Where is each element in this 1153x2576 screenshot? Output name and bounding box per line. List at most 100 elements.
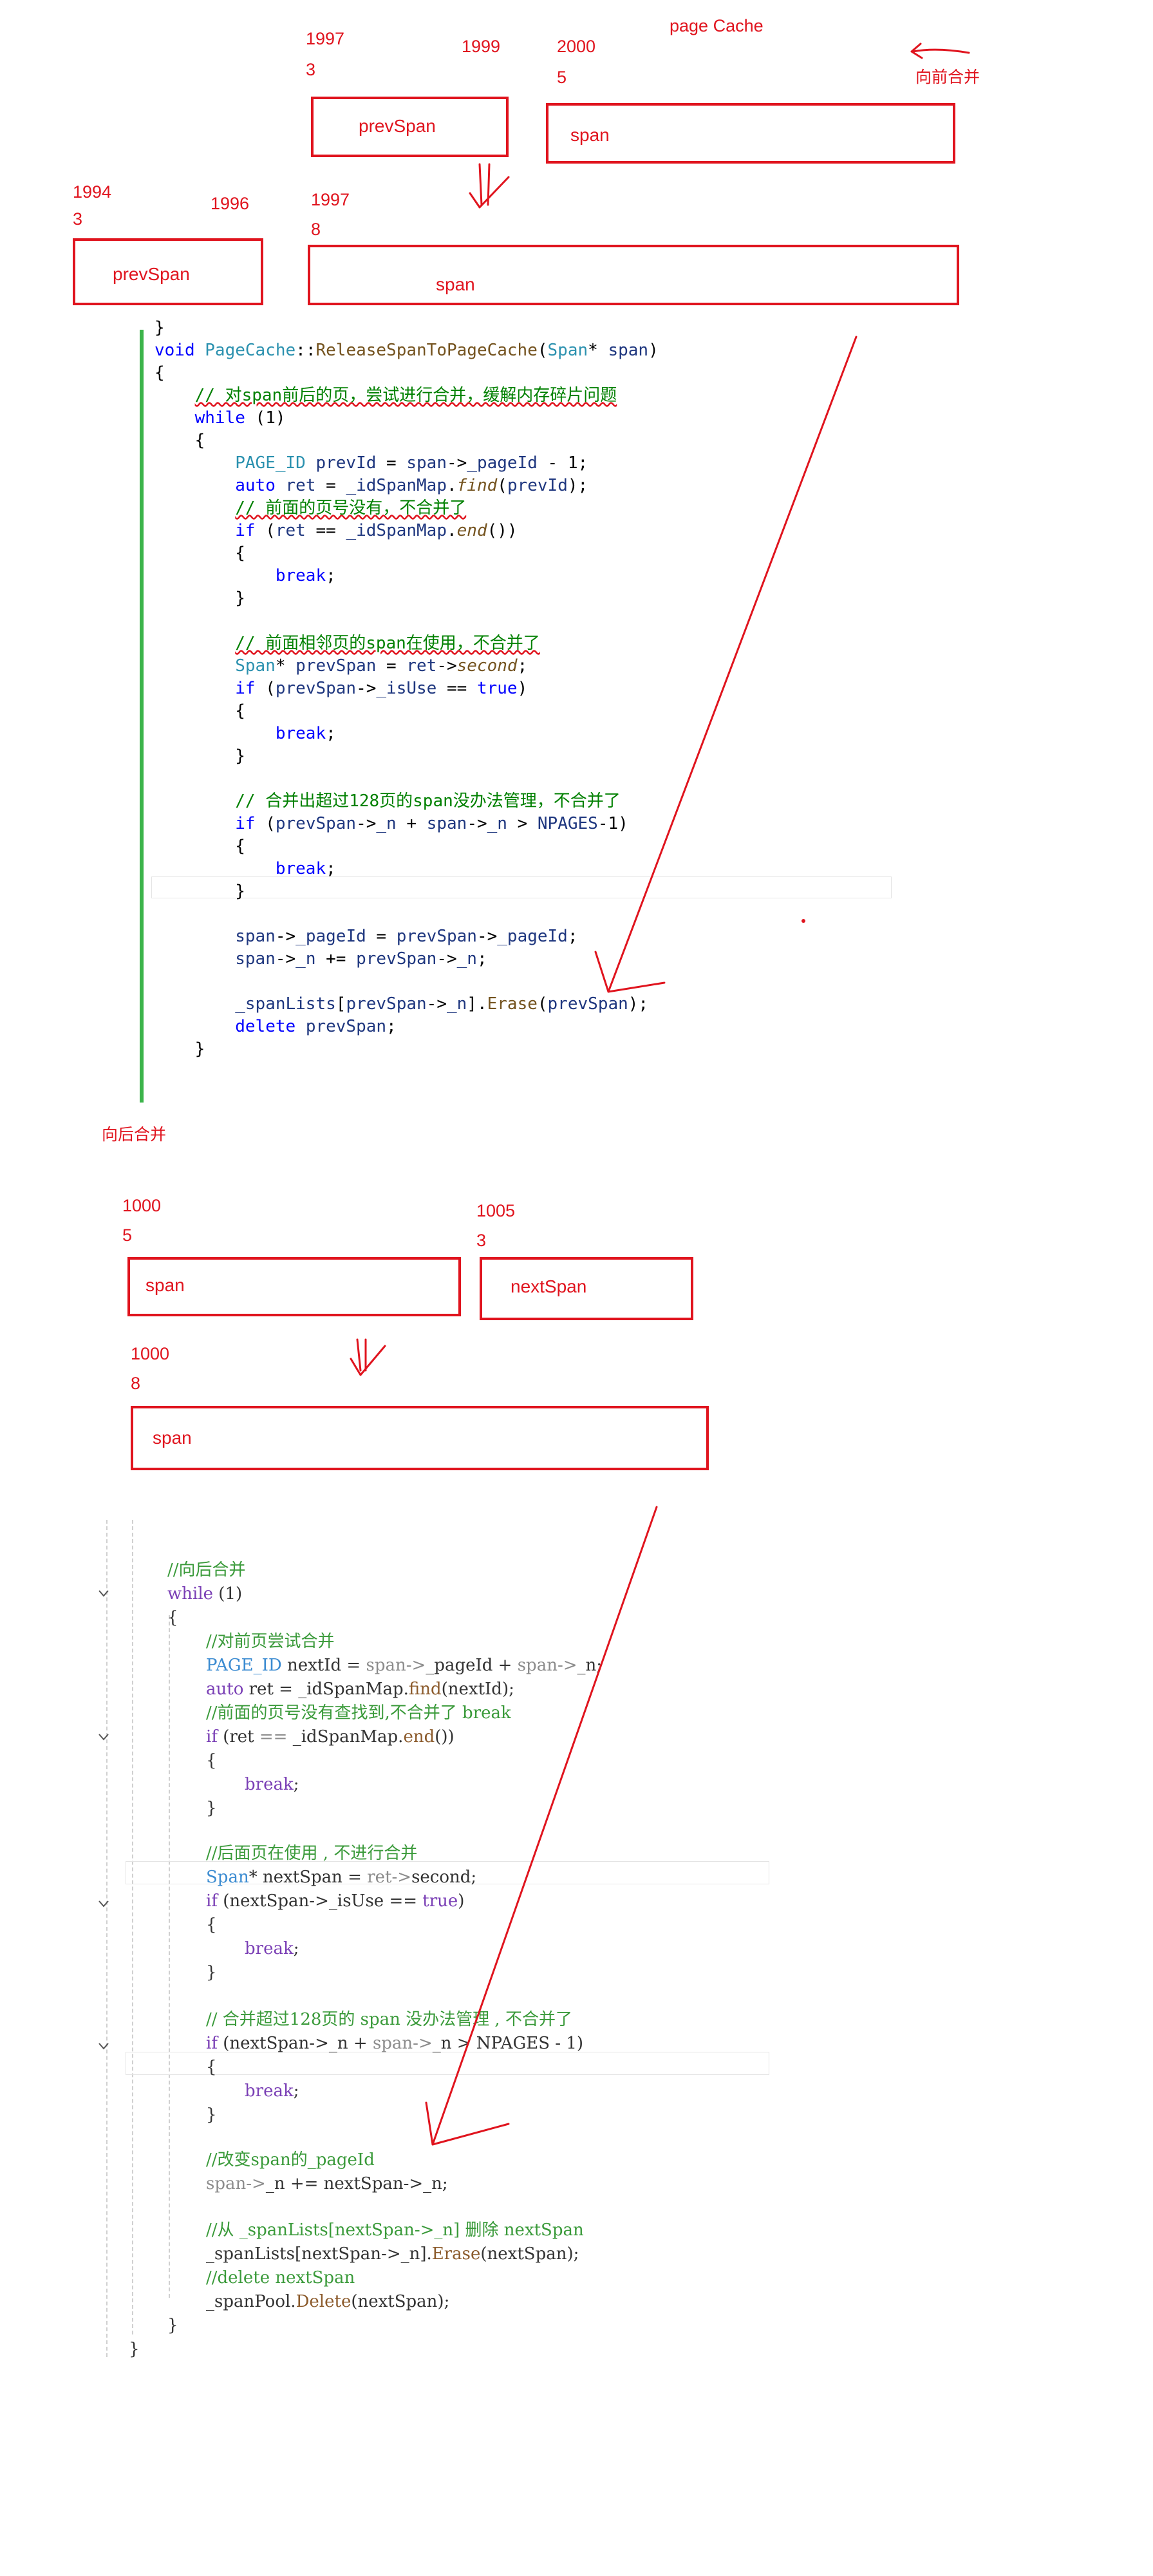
code-line: if (prevSpan->_n + span->_n > NPAGES-1)	[235, 814, 628, 833]
code-line: break;	[245, 1775, 299, 1794]
code-block-backward-merge: //向后合并 while (1) { //对前页尝试合并 PAGE_ID nex…	[97, 1520, 769, 2370]
code-line: _spanLists[nextSpan->_n].Erase(nextSpan)…	[206, 2244, 579, 2264]
label-page-cache: page Cache	[670, 16, 764, 35]
indent-guide	[106, 1520, 108, 2357]
span-box-backward-label: span	[145, 1275, 185, 1295]
page-number-10053-b: 3	[476, 1231, 487, 1250]
code-line: if (ret == _idSpanMap.end())	[235, 521, 518, 540]
code-line: break;	[245, 2081, 299, 2101]
code-line: while (1)	[194, 408, 286, 428]
code-line: }	[155, 318, 165, 337]
code-line: }	[155, 746, 245, 766]
page-number-10008-b: 8	[131, 1374, 141, 1393]
code-line: _spanLists[prevSpan->_n].Erase(prevSpan)…	[235, 994, 649, 1014]
span-box-merged-2: span	[131, 1406, 709, 1470]
code-line: //delete nextSpan	[206, 2268, 355, 2287]
page-number-10005-b: 5	[122, 1226, 133, 1245]
label-merge-backward: 向后合并	[102, 1126, 167, 1144]
code-line: span->_n += nextSpan->_n;	[206, 2174, 448, 2193]
code-line: }	[155, 589, 245, 608]
code-line: }	[155, 882, 245, 901]
page-number-10005-a: 1000	[122, 1196, 162, 1215]
page-number-19943-b: 3	[73, 209, 83, 229]
code-line: Span* prevSpan = ret->second;	[235, 656, 528, 676]
fold-chevron-icon[interactable]	[97, 1730, 111, 1744]
page-number-19943-a: 1994	[73, 182, 112, 202]
page-number-20005-a: 2000	[557, 37, 596, 56]
prevspan-box-mid-label: prevSpan	[113, 264, 190, 284]
code-line: break;	[275, 724, 336, 743]
page-number-1999: 1999	[462, 37, 501, 56]
page-number-19973-a: 1997	[306, 29, 345, 48]
span-box-merged-1: span	[308, 245, 959, 305]
span-box-top: span	[546, 103, 955, 164]
code-line: //后面页在使用 , 不进行合并	[206, 1844, 418, 1863]
nextspan-box-label: nextSpan	[511, 1276, 587, 1296]
code-line: span->_pageId = prevSpan->_pageId;	[235, 927, 578, 946]
code-line: if (ret == _idSpanMap.end())	[206, 1727, 455, 1747]
code-line: break;	[275, 859, 336, 878]
code-line: Span* nextSpan = ret->second;	[206, 1868, 477, 1887]
code-line: {	[155, 701, 245, 721]
arrow-left-icon	[912, 48, 970, 54]
code-line: {	[155, 431, 205, 450]
code-line: // 前面的页号没有，不合并了	[235, 498, 467, 518]
code-line: //从 _spanLists[nextSpan->_n] 删除 nextSpan	[206, 2221, 584, 2240]
code-line: }	[129, 2340, 140, 2359]
code-line: //向后合并	[167, 1560, 246, 1580]
page-number-1996: 1996	[211, 194, 250, 213]
code-line: //对前页尝试合并	[206, 1632, 335, 1651]
code-line: {	[155, 544, 245, 563]
code-line: }	[167, 2316, 178, 2335]
code-line: {	[167, 1608, 178, 1627]
change-marker-bar	[140, 330, 144, 1103]
code-line: PAGE_ID nextId = span->_pageId + span->_…	[206, 1656, 603, 1675]
prevspan-box-mid: prevSpan	[73, 238, 263, 305]
code-line: // 合并超过128页的 span 没办法管理 , 不合并了	[206, 2010, 572, 2029]
arrow-down-icon	[356, 1338, 362, 1372]
code-line: {	[206, 1751, 217, 1770]
code-line: _spanPool.Delete(nextSpan);	[206, 2292, 450, 2311]
code-line: //前面的页号没有查找到,不合并了 break	[206, 1703, 511, 1723]
page-number-10053-a: 1005	[476, 1201, 516, 1220]
code-line: // 合并出超过128页的span没办法管理，不合并了	[235, 791, 621, 811]
prevspan-box-top-label: prevSpan	[359, 116, 436, 136]
page-number-10008-a: 1000	[131, 1344, 170, 1363]
indent-guide	[169, 1615, 170, 2298]
page-number-20005-b: 5	[557, 68, 567, 87]
code-line: {	[155, 363, 165, 383]
prevspan-box-top: prevSpan	[311, 97, 509, 157]
code-line: //改变span的_pageId	[206, 2150, 375, 2170]
code-line: auto ret = _idSpanMap.find(prevId);	[235, 476, 588, 495]
fold-chevron-icon[interactable]	[97, 1586, 111, 1600]
code-line: if (nextSpan->_isUse == true)	[206, 1891, 465, 1911]
code-line: // 对span前后的页，尝试进行合并，缓解内存碎片问题	[194, 386, 617, 405]
code-line: // 前面相邻页的span在使用，不合并了	[235, 634, 540, 653]
code-line: auto ret = _idSpanMap.find(nextId);	[206, 1680, 514, 1699]
code-line: span->_n += prevSpan->_n;	[235, 949, 487, 969]
page-number-19978-a: 1997	[311, 190, 350, 209]
code-line: PAGE_ID prevId = span->_pageId - 1;	[235, 453, 588, 473]
code-line: {	[155, 837, 245, 856]
arrow-down-icon	[478, 163, 483, 206]
label-merge-forward: 向前合并	[915, 68, 980, 86]
fold-chevron-icon[interactable]	[97, 1897, 111, 1911]
code-block-forward-merge: } void PageCache::ReleaseSpanToPageCache…	[126, 317, 892, 1109]
code-line: {	[206, 1915, 217, 1935]
code-line: if (prevSpan->_isUse == true)	[235, 679, 528, 698]
code-line: }	[155, 1039, 205, 1059]
span-box-merged-2-label: span	[153, 1428, 192, 1448]
fold-chevron-icon[interactable]	[97, 2039, 111, 2053]
span-box-merged-1-label: span	[436, 274, 475, 294]
code-line: if (nextSpan->_n + span->_n > NPAGES - 1…	[206, 2034, 584, 2053]
code-line: }	[206, 1963, 217, 1982]
code-line: }	[206, 1799, 217, 1818]
page-number-19973-b: 3	[306, 60, 316, 79]
indent-guide	[132, 1520, 133, 2334]
span-box-backward: span	[127, 1257, 461, 1316]
code-line: delete prevSpan;	[235, 1017, 397, 1036]
code-line: }	[206, 2105, 217, 2125]
code-line: while (1)	[167, 1584, 243, 1604]
code-line: break;	[245, 1939, 299, 1958]
nextspan-box: nextSpan	[480, 1257, 693, 1320]
